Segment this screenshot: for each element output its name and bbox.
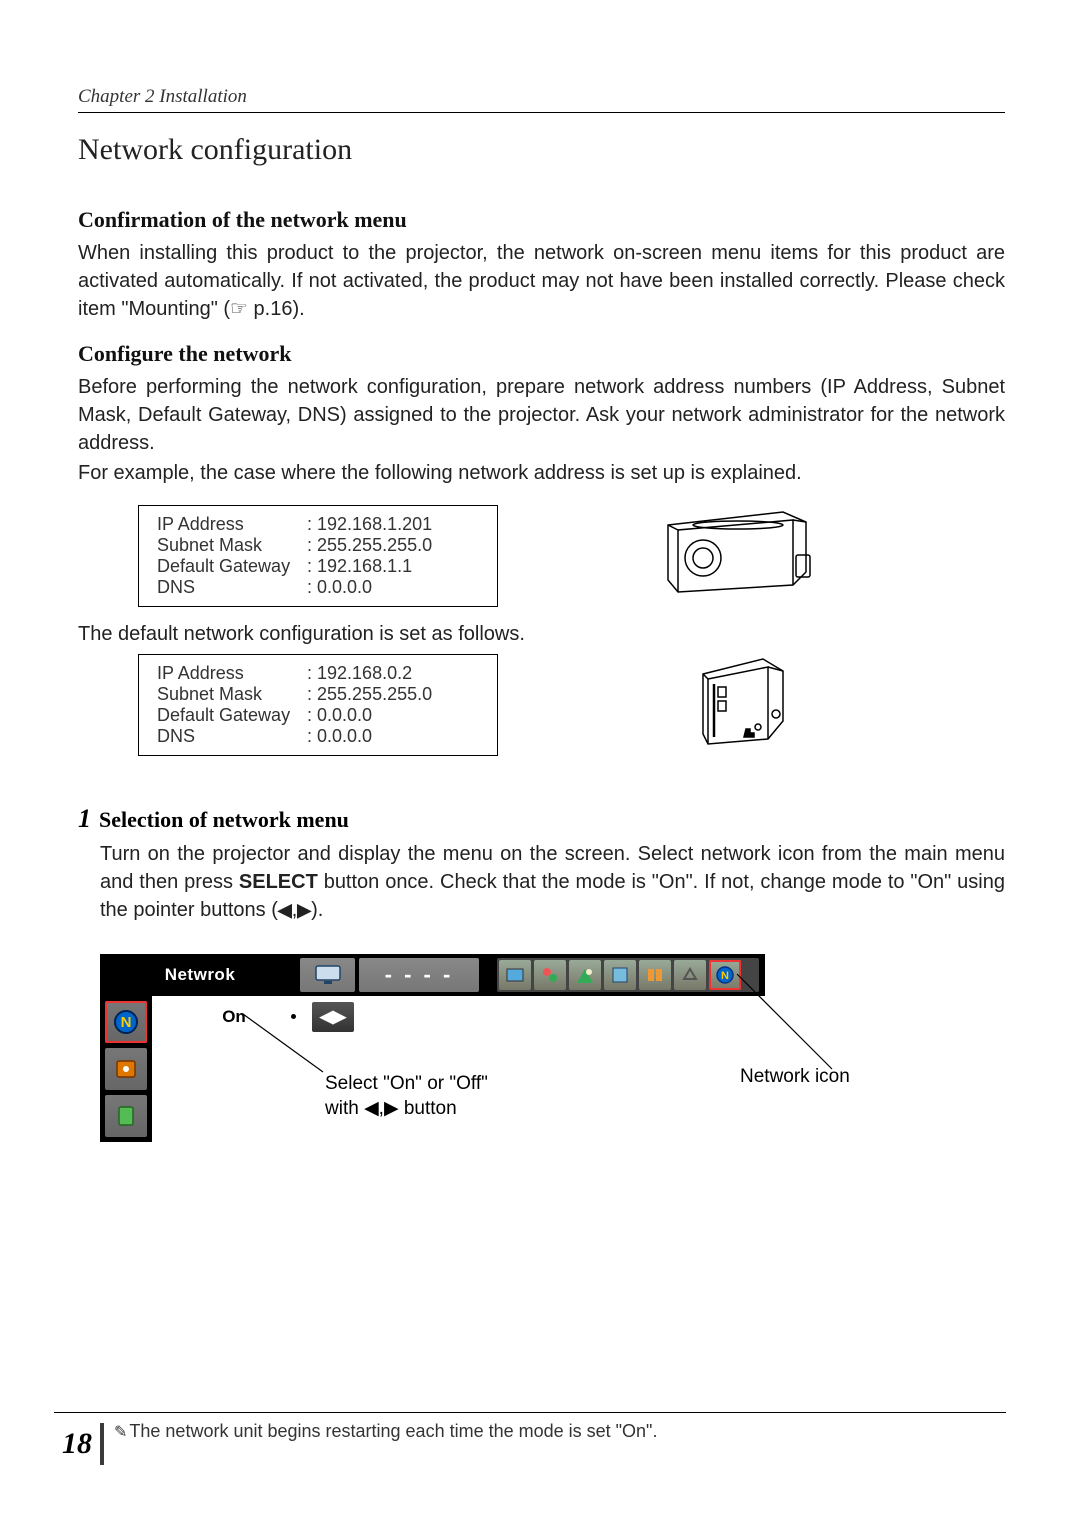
- step-number-1: 1: [78, 804, 91, 834]
- osd-icon-5[interactable]: [639, 960, 671, 990]
- cfg-mask-label: Subnet Mask: [157, 535, 307, 556]
- dcfg-dns-val: 0.0.0.0: [307, 726, 372, 747]
- paragraph-configure-1: Before performing the network configurat…: [78, 373, 1005, 457]
- osd-sidebar-network-icon[interactable]: N: [105, 1001, 147, 1043]
- step-title-1: Selection of network menu: [99, 807, 349, 833]
- osd-icon-3[interactable]: [569, 960, 601, 990]
- example-config-box: IP Address192.168.1.201 Subnet Mask255.2…: [138, 505, 498, 607]
- svg-text:N: N: [721, 970, 729, 982]
- cfg-mask-val: 255.255.255.0: [307, 535, 432, 556]
- dcfg-ip-val: 192.168.0.2: [307, 663, 412, 684]
- osd-dashes: - - - -: [359, 958, 479, 992]
- step1-text-c: ).: [311, 899, 323, 921]
- footnote-text: The network unit begins restarting each …: [129, 1421, 657, 1441]
- dcfg-ip-label: IP Address: [157, 663, 307, 684]
- osd-sidebar-card-icon[interactable]: [105, 1095, 147, 1137]
- dcfg-mask-val: 255.255.255.0: [307, 684, 432, 705]
- subheading-confirmation: Confirmation of the network menu: [78, 207, 1005, 233]
- callout-network-icon: Network icon: [740, 1066, 850, 1088]
- left-arrow-glyph: ◀: [278, 900, 292, 920]
- osd-sidebar-settings-icon[interactable]: [105, 1048, 147, 1090]
- network-unit-illustration: [688, 649, 793, 749]
- callout-line-onoff: [243, 1014, 333, 1079]
- cfg-dns-label: DNS: [157, 577, 307, 598]
- pencil-icon: ✎: [114, 1424, 127, 1441]
- subheading-configure: Configure the network: [78, 341, 1005, 367]
- osd-icon-1[interactable]: [499, 960, 531, 990]
- callout-onoff: Select "On" or "Off" with ◀,▶ button: [325, 1072, 488, 1121]
- cfg-ip-label: IP Address: [157, 514, 307, 535]
- select-button-label: SELECT: [239, 871, 318, 893]
- cfg-gw-label: Default Gateway: [157, 556, 307, 577]
- paragraph-configure-2: For example, the case where the followin…: [78, 459, 1005, 487]
- section-title: Network configuration: [78, 133, 1005, 167]
- chapter-header: Chapter 2 Installation: [78, 86, 1005, 113]
- cfg-gw-val: 192.168.1.1: [307, 556, 412, 577]
- step-body-1: Turn on the projector and display the me…: [100, 840, 1005, 924]
- osd-icon-6[interactable]: [674, 960, 706, 990]
- footnote: ✎The network unit begins restarting each…: [114, 1419, 657, 1442]
- dcfg-gw-label: Default Gateway: [157, 705, 307, 726]
- paragraph-confirmation: When installing this product to the proj…: [78, 239, 1005, 323]
- default-config-text: The default network configuration is set…: [78, 623, 1005, 646]
- osd-title: Netwrok: [104, 965, 296, 985]
- cfg-ip-val: 192.168.1.201: [307, 514, 432, 535]
- default-config-box: IP Address192.168.0.2 Subnet Mask255.255…: [138, 654, 498, 756]
- svg-text:N: N: [121, 1014, 132, 1031]
- osd-icon-2[interactable]: [534, 960, 566, 990]
- cfg-dns-val: 0.0.0.0: [307, 577, 372, 598]
- osd-monitor-icon[interactable]: [300, 958, 355, 992]
- callout-onoff-line1: Select "On" or "Off": [325, 1073, 488, 1094]
- dcfg-gw-val: 0.0.0.0: [307, 705, 372, 726]
- osd-sidebar: N: [100, 996, 152, 1142]
- callout-onoff-line2: with ◀,▶ button: [325, 1098, 457, 1119]
- right-arrow-glyph: ▶: [297, 900, 311, 920]
- page-number: 18: [54, 1423, 104, 1465]
- projector-illustration: [648, 500, 828, 600]
- osd-icon-4[interactable]: [604, 960, 636, 990]
- callout-line-network: [737, 974, 849, 1074]
- dcfg-dns-label: DNS: [157, 726, 307, 747]
- dcfg-mask-label: Subnet Mask: [157, 684, 307, 705]
- osd-icon-row: N: [497, 958, 759, 992]
